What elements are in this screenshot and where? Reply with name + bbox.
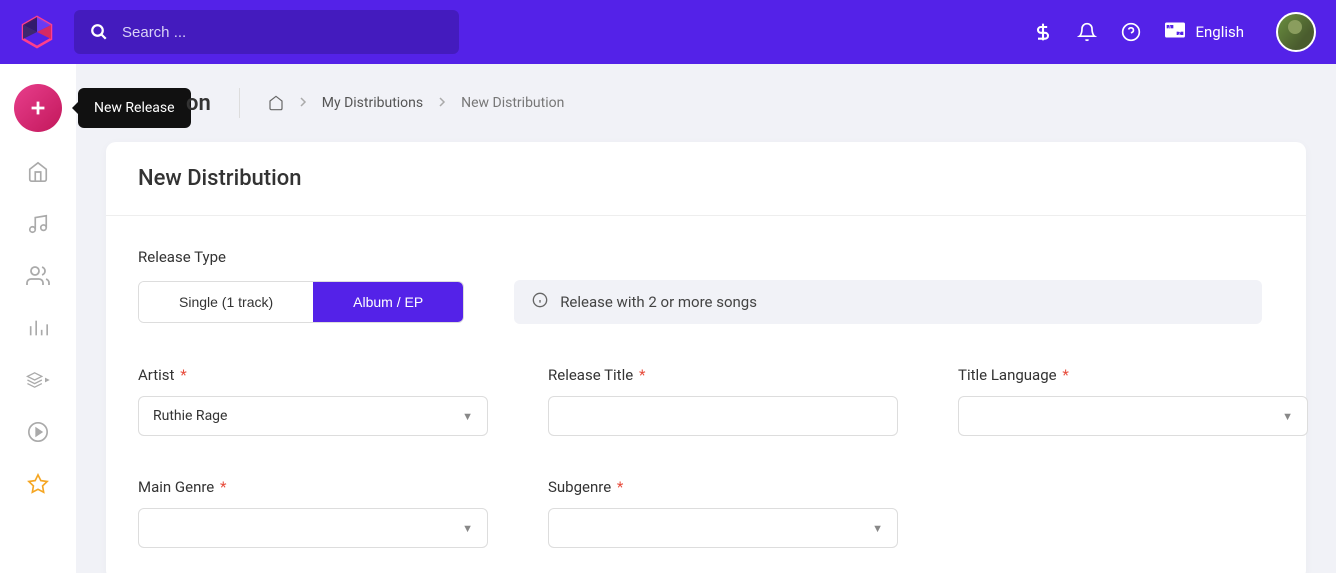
avatar[interactable] bbox=[1276, 12, 1316, 52]
translate-icon: AZ bbox=[1165, 22, 1185, 42]
search-icon bbox=[90, 23, 108, 41]
main-genre-label: Main Genre * bbox=[138, 478, 488, 496]
app-logo[interactable] bbox=[20, 15, 54, 49]
star-icon[interactable] bbox=[26, 472, 50, 496]
users-icon[interactable] bbox=[26, 264, 50, 288]
chevron-right-icon bbox=[437, 95, 447, 111]
card-body: Release Type Single (1 track) Album / EP… bbox=[106, 216, 1306, 573]
breadcrumb: My Distributions New Distribution bbox=[239, 88, 565, 118]
page-header: on My Distributions New Distribution bbox=[106, 88, 1306, 118]
search-box[interactable] bbox=[74, 10, 459, 54]
layers-icon[interactable] bbox=[26, 368, 50, 392]
card-header: New Distribution bbox=[106, 142, 1306, 216]
topbar-right: AZ English bbox=[1033, 12, 1316, 52]
artist-label: Artist * bbox=[138, 366, 488, 384]
breadcrumb-home-icon[interactable] bbox=[268, 95, 284, 111]
release-type-label: Release Type bbox=[138, 248, 1274, 266]
card: New Distribution Release Type Single (1 … bbox=[106, 142, 1306, 573]
release-title-input[interactable] bbox=[548, 396, 898, 436]
info-bar: Release with 2 or more songs bbox=[514, 280, 1262, 324]
home-icon[interactable] bbox=[26, 160, 50, 184]
title-language-select[interactable]: ▼ bbox=[958, 396, 1308, 436]
toggle-single[interactable]: Single (1 track) bbox=[139, 282, 313, 322]
release-title-field: Release Title * bbox=[548, 366, 898, 436]
main-content: on My Distributions New Distribution New… bbox=[76, 64, 1336, 573]
title-language-label: Title Language * bbox=[958, 366, 1308, 384]
breadcrumb-item[interactable]: My Distributions bbox=[322, 95, 423, 111]
info-text: Release with 2 or more songs bbox=[560, 293, 757, 311]
caret-down-icon: ▼ bbox=[462, 522, 473, 535]
sidebar: New Release bbox=[0, 64, 76, 573]
add-release-button[interactable]: New Release bbox=[14, 84, 62, 132]
artist-select[interactable]: Ruthie Rage ▼ bbox=[138, 396, 488, 436]
subgenre-field: Subgenre * ▼ bbox=[548, 478, 898, 548]
caret-down-icon: ▼ bbox=[872, 522, 883, 535]
language-selector[interactable]: AZ English bbox=[1165, 22, 1244, 42]
main-genre-field: Main Genre * ▼ bbox=[138, 478, 488, 548]
chart-icon[interactable] bbox=[26, 316, 50, 340]
dollar-icon[interactable] bbox=[1033, 22, 1053, 42]
release-title-label: Release Title * bbox=[548, 366, 898, 384]
topbar: AZ English bbox=[0, 0, 1336, 64]
help-icon[interactable] bbox=[1121, 22, 1141, 42]
caret-down-icon: ▼ bbox=[462, 410, 473, 423]
breadcrumb-item: New Distribution bbox=[461, 95, 564, 111]
card-title: New Distribution bbox=[138, 166, 1274, 191]
subgenre-select[interactable]: ▼ bbox=[548, 508, 898, 548]
page-title: on bbox=[186, 91, 211, 116]
language-label: English bbox=[1195, 23, 1244, 41]
artist-value: Ruthie Rage bbox=[153, 408, 227, 424]
title-language-field: Title Language * ▼ bbox=[958, 366, 1308, 436]
play-icon[interactable] bbox=[26, 420, 50, 444]
music-icon[interactable] bbox=[26, 212, 50, 236]
svg-text:A: A bbox=[1169, 25, 1172, 30]
release-type-toggle: Single (1 track) Album / EP bbox=[138, 281, 464, 323]
artist-field: Artist * Ruthie Rage ▼ bbox=[138, 366, 488, 436]
bell-icon[interactable] bbox=[1077, 22, 1097, 42]
subgenre-label: Subgenre * bbox=[548, 478, 898, 496]
toggle-album[interactable]: Album / EP bbox=[313, 282, 463, 322]
chevron-right-icon bbox=[298, 95, 308, 111]
caret-down-icon: ▼ bbox=[1282, 410, 1293, 423]
info-icon bbox=[532, 292, 548, 312]
main-genre-select[interactable]: ▼ bbox=[138, 508, 488, 548]
search-input[interactable] bbox=[122, 24, 443, 41]
